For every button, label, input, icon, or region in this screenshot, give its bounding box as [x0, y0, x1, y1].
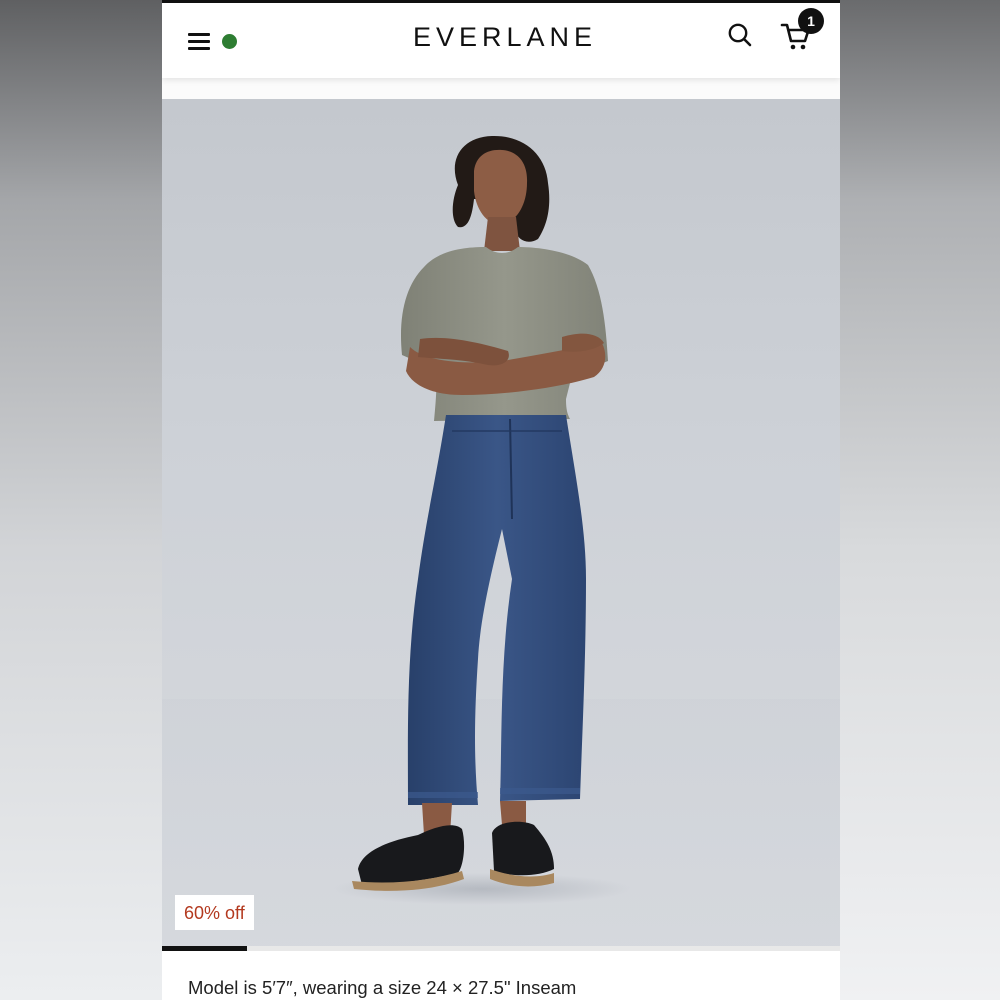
header-spacer	[162, 78, 840, 99]
search-icon[interactable]	[726, 21, 754, 49]
gallery-progress-track	[162, 946, 840, 951]
site-header: EVERLANE	[162, 3, 840, 78]
left-backdrop	[0, 0, 162, 1000]
model-size-caption: Model is 5′7″, wearing a size 24 × 27.5"…	[188, 977, 577, 998]
product-image[interactable]: 60% off	[162, 99, 840, 946]
product-page: EVERLANE 1 60% off Model is 5′7″, wearin…	[162, 0, 840, 1000]
discount-badge: 60% off	[175, 895, 254, 930]
gallery-progress-fill	[162, 946, 247, 951]
cart-count-badge[interactable]: 1	[798, 8, 824, 34]
right-backdrop	[840, 0, 1000, 1000]
